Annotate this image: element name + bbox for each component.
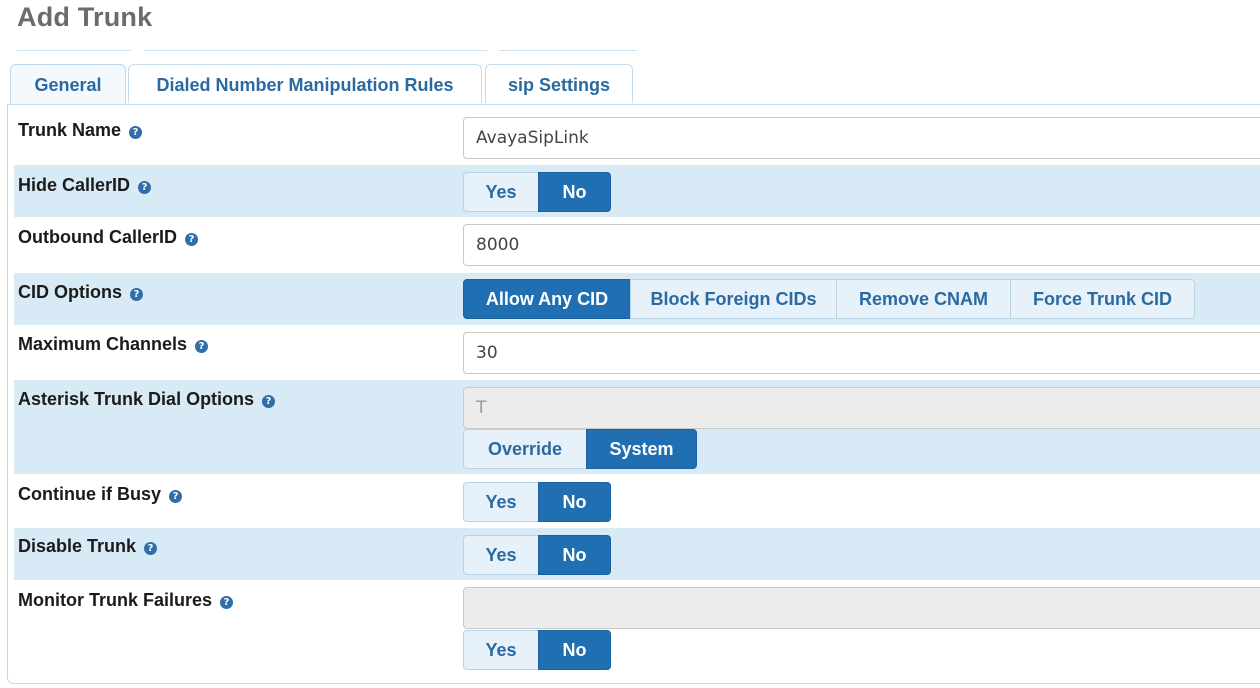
monitor-trunk-failures-no-button[interactable]: No xyxy=(538,630,611,670)
outbound-callerid-label: Outbound CallerID? xyxy=(18,227,198,248)
disable-trunk-row: Disable Trunk? xyxy=(14,528,1260,580)
continue-if-busy-yes-button[interactable]: Yes xyxy=(463,482,539,522)
monitor-trunk-failures-toggle: Yes No xyxy=(463,630,611,670)
hide-callerid-row: Hide CallerID? xyxy=(14,165,1260,217)
monitor-trunk-failures-yes-button[interactable]: Yes xyxy=(463,630,539,670)
help-icon[interactable]: ? xyxy=(262,395,276,408)
hide-callerid-toggle: Yes No xyxy=(463,172,611,212)
continue-if-busy-label: Continue if Busy? xyxy=(18,484,182,505)
monitor-trunk-failures-input[interactable] xyxy=(463,587,1260,629)
continue-if-busy-no-button[interactable]: No xyxy=(538,482,611,522)
continue-if-busy-row: Continue if Busy? xyxy=(14,475,1260,527)
dial-options-system-button[interactable]: System xyxy=(586,429,697,469)
disable-trunk-toggle: Yes No xyxy=(463,535,611,575)
help-icon[interactable]: ? xyxy=(185,233,198,246)
tab-sip-settings[interactable]: sip Settings xyxy=(485,64,633,103)
disable-trunk-yes-button[interactable]: Yes xyxy=(463,535,539,575)
help-icon[interactable]: ? xyxy=(220,596,234,609)
dial-options-input[interactable]: T xyxy=(463,387,1260,429)
title-divider xyxy=(499,50,637,51)
disable-trunk-no-button[interactable]: No xyxy=(538,535,611,575)
continue-if-busy-toggle: Yes No xyxy=(463,482,611,522)
remove-cnam-button[interactable]: Remove CNAM xyxy=(836,279,1011,319)
help-icon[interactable]: ? xyxy=(138,181,152,194)
dial-options-label: Asterisk Trunk Dial Options? xyxy=(18,389,276,410)
hide-callerid-no-button[interactable]: No xyxy=(538,172,611,212)
trunk-name-label: Trunk Name? xyxy=(18,120,143,141)
tab-dialed-number-manipulation-rules[interactable]: Dialed Number Manipulation Rules xyxy=(128,64,482,103)
help-icon[interactable]: ? xyxy=(130,288,143,301)
help-icon[interactable]: ? xyxy=(169,490,182,503)
help-icon[interactable]: ? xyxy=(144,542,158,555)
maximum-channels-input[interactable]: 30 xyxy=(463,332,1260,374)
help-icon[interactable]: ? xyxy=(129,126,143,139)
help-icon[interactable]: ? xyxy=(195,340,209,353)
force-trunk-cid-button[interactable]: Force Trunk CID xyxy=(1010,279,1195,319)
allow-any-cid-button[interactable]: Allow Any CID xyxy=(463,279,631,319)
hide-callerid-yes-button[interactable]: Yes xyxy=(463,172,539,212)
monitor-trunk-failures-label: Monitor Trunk Failures? xyxy=(18,590,234,611)
hide-callerid-label: Hide CallerID? xyxy=(18,175,152,196)
block-foreign-cids-button[interactable]: Block Foreign CIDs xyxy=(630,279,837,319)
dial-options-toggle: Override System xyxy=(463,429,697,469)
outbound-callerid-input[interactable]: 8000 xyxy=(463,224,1260,266)
cid-options-toggle: Allow Any CID Block Foreign CIDs Remove … xyxy=(463,279,1195,319)
cid-options-label: CID Options? xyxy=(18,282,143,303)
maximum-channels-label: Maximum Channels? xyxy=(18,334,209,355)
trunk-name-input[interactable]: AvayaSipLink xyxy=(463,117,1260,159)
disable-trunk-label: Disable Trunk? xyxy=(18,536,158,557)
title-divider xyxy=(144,50,487,51)
dial-options-override-button[interactable]: Override xyxy=(463,429,587,469)
title-divider xyxy=(17,50,131,51)
add-trunk-page: Add Trunk General Dialed Number Manipula… xyxy=(0,0,1260,688)
page-title: Add Trunk xyxy=(17,2,153,32)
tab-general[interactable]: General xyxy=(10,64,126,105)
